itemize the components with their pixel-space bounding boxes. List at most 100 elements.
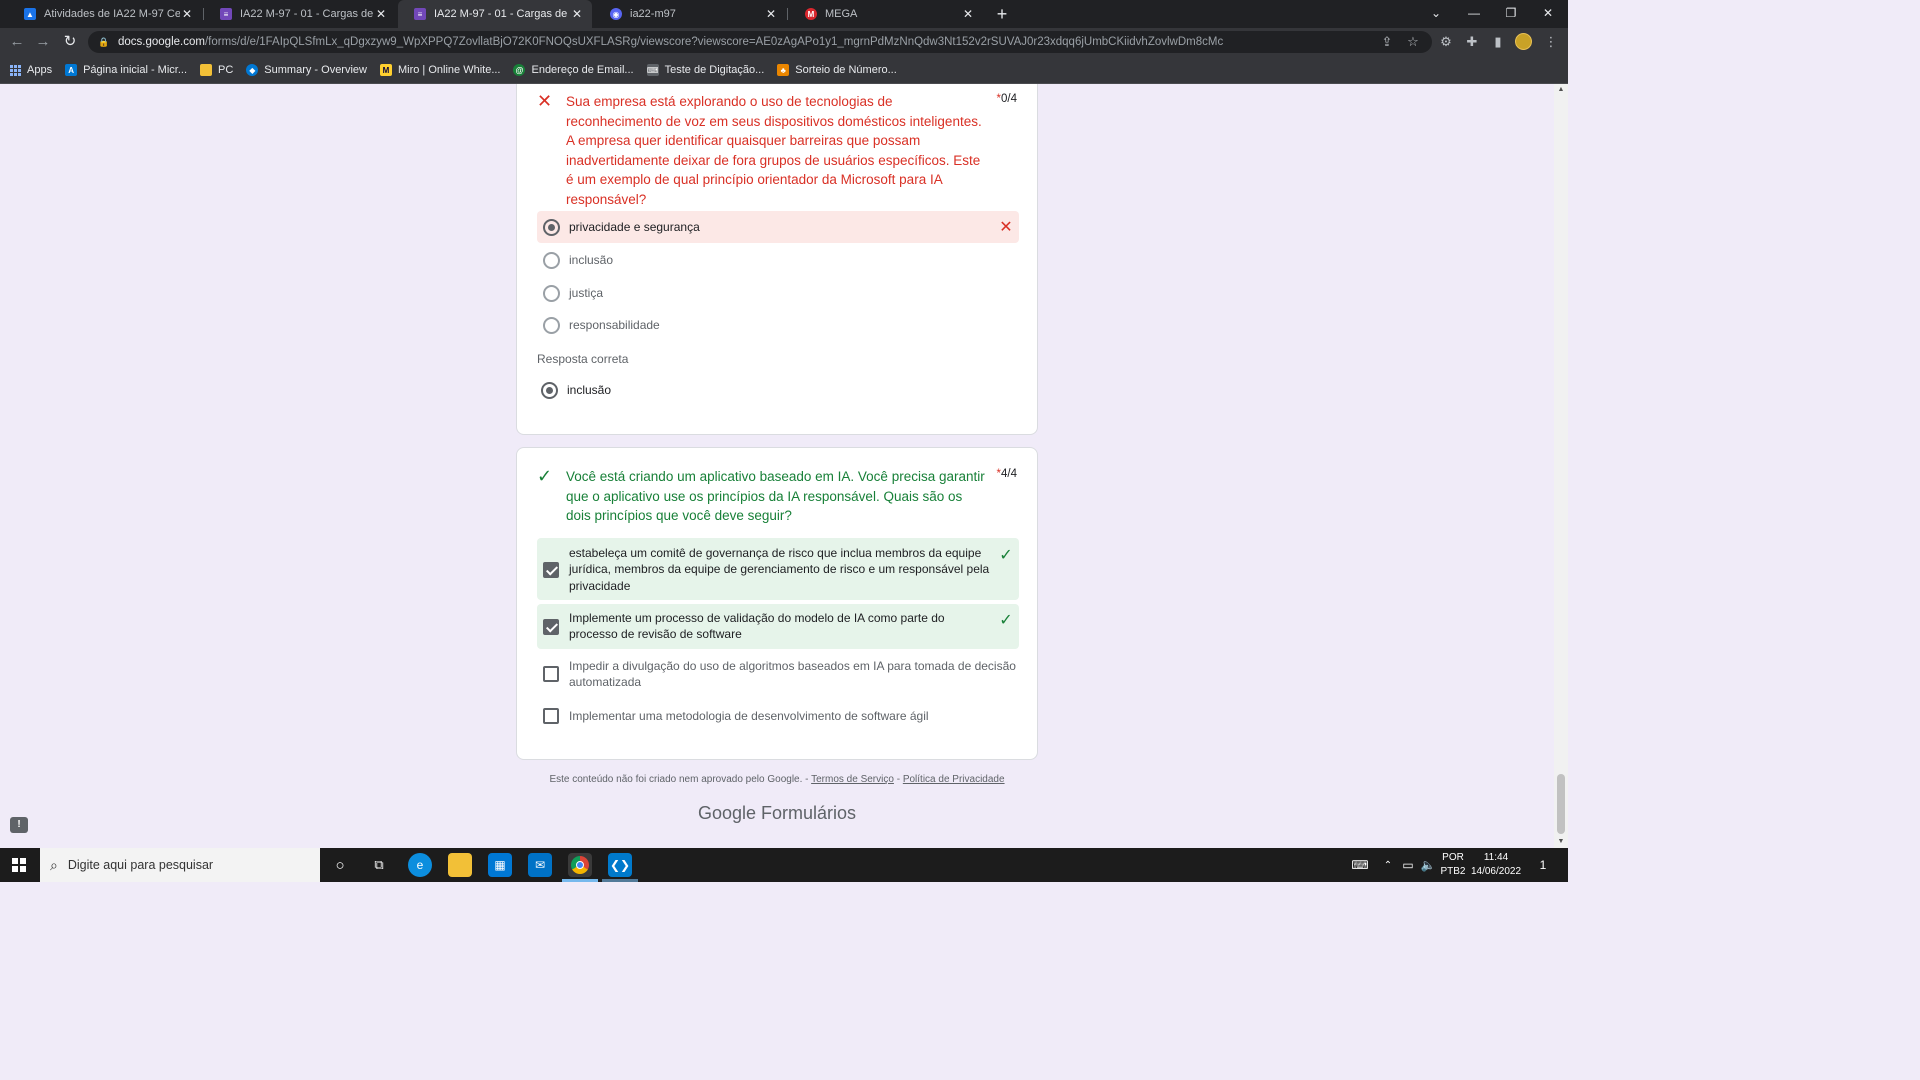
extension-gear-icon[interactable]: ⚙ [1436, 32, 1456, 52]
option[interactable]: inclusão [537, 244, 1019, 276]
lock-icon: 🔒 [98, 36, 110, 47]
privacy-link[interactable]: Política de Privacidade [903, 774, 1005, 785]
question-card-2: ✓ Você está criando um aplicativo basead… [516, 447, 1038, 760]
microsoft-store-icon[interactable]: ▦ [488, 853, 512, 877]
restore-button[interactable]: ❐ [1491, 0, 1531, 28]
keyboard-icon[interactable]: ⌨ [1346, 848, 1374, 882]
edge-icon[interactable]: e [408, 853, 432, 877]
task-view-icon[interactable]: ⧉ [367, 853, 391, 877]
correct-answer-text: inclusão [567, 382, 612, 397]
new-tab-button[interactable]: + [992, 4, 1012, 24]
close-icon[interactable]: ✕ [961, 7, 975, 21]
search-placeholder: Digite aqui para pesquisar [67, 858, 214, 872]
taskbar-search-box[interactable]: ⌕ Digite aqui para pesquisar [40, 848, 320, 882]
volume-muted-icon[interactable]: 🔈 [1418, 848, 1438, 882]
radio-selected-icon [541, 381, 558, 399]
option[interactable]: Implementar uma metodologia de desenvolv… [537, 701, 1019, 731]
form-footer-disclaimer: Este conteúdo não foi criado nem aprovad… [0, 774, 1554, 785]
close-icon[interactable]: ✕ [764, 7, 778, 21]
tab-forms-2-active[interactable]: ≡ IA22 M-97 - 01 - Cargas de Trabalho ✕ [398, 0, 592, 28]
option-label: Impedir a divulgação do uso de algoritmo… [569, 658, 1016, 689]
option[interactable]: justiça [537, 277, 1019, 309]
forms-icon: ≡ [220, 8, 232, 20]
classroom-icon: ▲ [24, 8, 36, 20]
correct-check-icon: ✓ [999, 547, 1013, 564]
correct-answer-label: Resposta correta [537, 352, 629, 366]
close-icon[interactable]: ✕ [374, 7, 388, 21]
option-label: estabeleça um comitê de governança de ri… [569, 546, 990, 593]
form-viewport: ✕ Sua empresa está explorando o uso de t… [0, 84, 1568, 848]
kebab-menu-icon[interactable]: ⋮ [1541, 32, 1561, 52]
notifications-count: 1 [1539, 858, 1547, 872]
question-score: *0/4 [997, 92, 1017, 210]
mail-icon[interactable]: ✉ [528, 853, 552, 877]
tab-mega[interactable]: M MEGA ✕ [789, 0, 983, 28]
option-checked-correct[interactable]: Implemente um processo de validação do m… [537, 604, 1019, 649]
notifications-icon[interactable]: 1 [1532, 848, 1554, 882]
azure-icon: A [65, 64, 78, 76]
back-arrow-icon[interactable]: ← [7, 32, 27, 52]
system-clock[interactable]: 11:44 14/06/2022 [1468, 848, 1524, 882]
extensions-puzzle-icon[interactable]: ✚ [1462, 32, 1482, 52]
minimize-button[interactable]: — [1454, 0, 1494, 28]
option[interactable]: Impedir a divulgação do uso de algoritmo… [537, 654, 1019, 694]
email-icon: @ [513, 64, 526, 76]
url-host: docs.google.com [118, 36, 205, 48]
radio-empty-icon [543, 284, 560, 302]
close-window-button[interactable]: ✕ [1528, 0, 1568, 28]
chrome-logo [571, 856, 589, 874]
input-language[interactable]: POR PTB2 [1438, 848, 1468, 882]
forward-arrow-icon[interactable]: → [33, 32, 53, 52]
bookmark-star-icon[interactable]: ☆ [1403, 32, 1423, 52]
address-bar[interactable]: 🔒 docs.google.com/forms/d/e/1FAIpQLSfmLx… [88, 31, 1432, 53]
vscode-icon[interactable]: ❮❯ [608, 853, 632, 877]
option-selected-wrong[interactable]: privacidade e segurança ✕ [537, 211, 1019, 243]
chrome-icon[interactable] [568, 853, 592, 877]
side-panel-icon[interactable]: ▮ [1488, 32, 1508, 52]
tab-title: MEGA [825, 8, 858, 20]
bookmark-email[interactable]: @ Endereço de Email... [513, 64, 634, 76]
tab-classroom[interactable]: ▲ Atividades de IA22 M-97 Certificação ✕ [8, 0, 202, 28]
scroll-down-arrow-icon[interactable]: ▼ [1556, 838, 1566, 845]
devops-icon: ◆ [246, 64, 259, 76]
tab-forms-1[interactable]: ≡ IA22 M-97 - 01 - Cargas de Trabalho ✕ [204, 0, 396, 28]
tab-search-chevron-icon[interactable]: ⌄ [1416, 0, 1456, 28]
chevron-up-icon[interactable]: ⌃ [1380, 848, 1396, 882]
keyboard-layout: PTB2 [1440, 866, 1466, 877]
bookmark-pc[interactable]: PC [200, 64, 233, 76]
cortana-circle-icon[interactable]: ○ [328, 853, 352, 877]
close-icon[interactable]: ✕ [180, 7, 194, 21]
wrong-x-icon: ✕ [999, 219, 1013, 236]
checkbox-checked-icon [543, 562, 559, 578]
scroll-up-arrow-icon[interactable]: ▲ [1556, 86, 1566, 93]
bookmark-miro[interactable]: M Miro | Online White... [379, 64, 501, 76]
bookmark-apps[interactable]: Apps [10, 64, 52, 76]
url-path: /forms/d/e/1FAIpQLSfmLx_qDgxzyw9_WpXPPQ7… [204, 36, 1224, 48]
share-icon[interactable]: ⇪ [1377, 32, 1397, 52]
profile-avatar[interactable] [1515, 33, 1532, 50]
tab-discord[interactable]: ◉ ia22-m97 ✕ [594, 0, 786, 28]
discord-icon: ◉ [610, 8, 622, 20]
bookmark-azure[interactable]: A Página inicial - Micr... [65, 64, 187, 76]
disclaimer-text: Este conteúdo não foi criado nem aprovad… [549, 774, 809, 785]
reload-icon[interactable]: ↻ [60, 32, 80, 52]
google-forms-logo[interactable]: Google Formulários [0, 803, 1554, 824]
report-feedback-icon[interactable]: ! [10, 817, 28, 833]
network-icon[interactable]: ▭ [1398, 848, 1418, 882]
browser-toolbar: ← → ↻ 🔒 docs.google.com/forms/d/e/1FAIpQ… [0, 28, 1568, 57]
windows-taskbar: ⌕ Digite aqui para pesquisar ○ ⧉ e ▦ ✉ ❮… [0, 848, 1568, 882]
bookmark-devops[interactable]: ◆ Summary - Overview [246, 64, 367, 76]
option-checked-correct[interactable]: estabeleça um comitê de governança de ri… [537, 538, 1019, 600]
bookmark-sorteio[interactable]: ♣ Sorteio de Número... [777, 64, 897, 76]
tab-title: Atividades de IA22 M-97 Certificação [44, 8, 180, 20]
page-scrollbar[interactable]: ▲ ▼ [1554, 84, 1568, 848]
file-explorer-icon[interactable] [448, 853, 472, 877]
bookmark-label: Miro | Online White... [397, 64, 501, 76]
scrollbar-thumb[interactable] [1557, 774, 1565, 834]
radio-empty-icon [543, 251, 560, 269]
windows-start-icon[interactable] [12, 858, 26, 872]
option[interactable]: responsabilidade [537, 309, 1019, 341]
bookmark-typing-test[interactable]: ⌨ Teste de Digitação... [646, 64, 764, 76]
terms-link[interactable]: Termos de Serviço [811, 774, 894, 785]
close-icon[interactable]: ✕ [570, 7, 584, 21]
